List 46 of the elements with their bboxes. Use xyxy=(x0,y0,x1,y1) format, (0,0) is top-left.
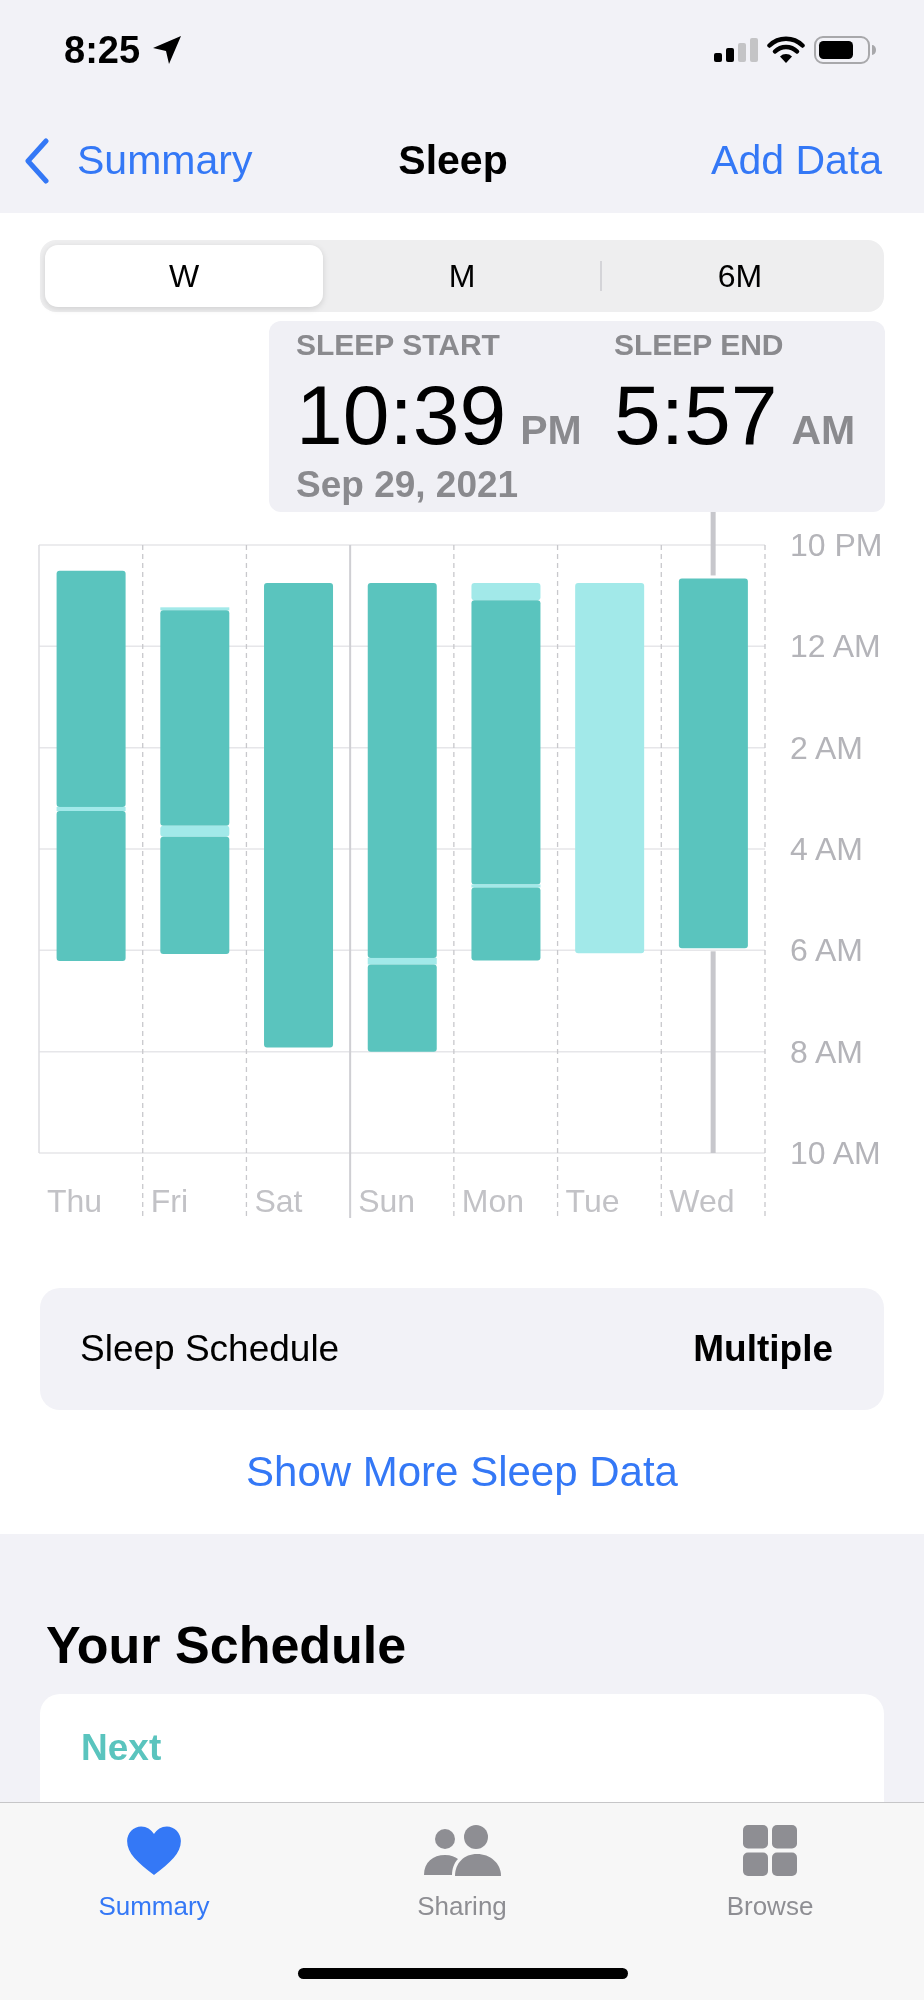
sleep-start-label: SLEEP START xyxy=(296,327,501,363)
back-button[interactable]: Summary xyxy=(24,135,253,186)
time-period: PM xyxy=(520,410,582,451)
show-more-link[interactable]: Show More Sleep Data xyxy=(246,1446,678,1498)
next-label: Next xyxy=(81,1726,163,1770)
day-label: Sat xyxy=(254,1183,303,1219)
chevron-left-icon xyxy=(24,137,50,184)
add-data-button[interactable]: Add Data xyxy=(711,135,882,186)
axis-label: 12 AM xyxy=(790,628,881,665)
sleep-end-label: SLEEP END xyxy=(614,327,785,363)
axis-label: 8 AM xyxy=(790,1033,863,1070)
day-label: Wed xyxy=(669,1183,735,1219)
section-title: Your Schedule xyxy=(45,1615,408,1675)
day-label: Tue xyxy=(565,1183,620,1219)
axis-label: 10 AM xyxy=(790,1135,881,1171)
location-arrow-icon xyxy=(152,35,183,65)
signal-icon xyxy=(714,38,758,62)
segment-tab[interactable]: M xyxy=(323,245,601,307)
segment-tab[interactable]: W xyxy=(45,245,323,307)
axis-label: 6 AM xyxy=(790,932,863,969)
people-icon xyxy=(423,1824,501,1876)
row-label: Sleep Schedule xyxy=(80,1327,340,1372)
row-value: Multiple xyxy=(693,1327,833,1372)
axis-label: 4 AM xyxy=(790,831,863,867)
sleep-schedule-row[interactable]: Sleep Schedule Multiple xyxy=(40,1288,884,1410)
grid-icon xyxy=(743,1824,797,1876)
date-label: Sep 29, 2021 xyxy=(296,465,520,505)
axis-label: 10 PM xyxy=(790,527,883,563)
tab-item[interactable]: Sharing xyxy=(308,1803,616,2000)
sleep-end-time: 5:57 xyxy=(614,373,778,457)
screen-title: Sleep xyxy=(398,135,508,185)
time-period: AM xyxy=(791,410,856,451)
tab-item[interactable]: Summary xyxy=(0,1803,308,2000)
wifi-icon xyxy=(767,36,805,64)
day-label: Sun xyxy=(358,1183,416,1219)
axis-label: 2 AM xyxy=(790,729,863,766)
day-label: Fri xyxy=(150,1183,189,1219)
day-label: Mon xyxy=(461,1183,525,1219)
tab-item[interactable]: Browse xyxy=(616,1803,924,2000)
sleep-start-time: 10:39 xyxy=(296,373,507,457)
battery-icon xyxy=(814,36,876,64)
day-label: Thu xyxy=(47,1183,103,1219)
segment-tab[interactable]: 6M xyxy=(601,245,879,307)
clock-time: 8:25 xyxy=(64,31,141,69)
selection-cursor[interactable] xyxy=(710,512,716,1153)
heart-icon xyxy=(126,1824,182,1876)
